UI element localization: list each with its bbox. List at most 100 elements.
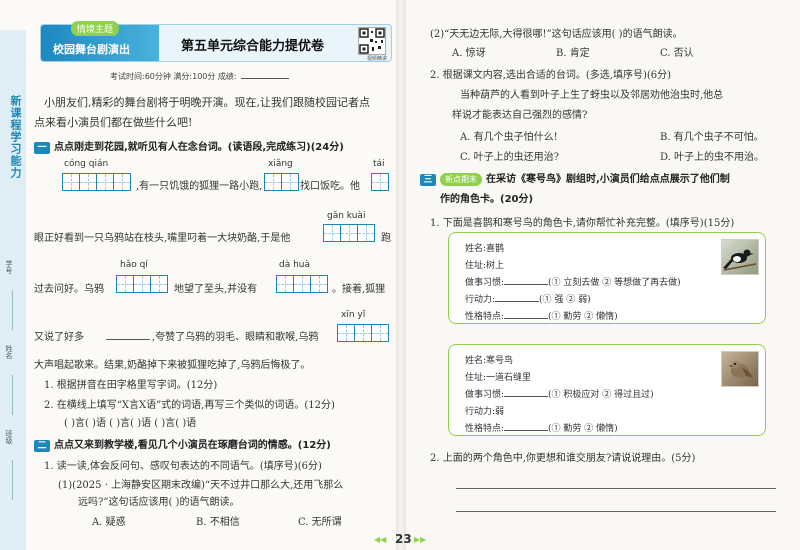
card-trait-options: (① 勤劳 ② 懒惰) bbox=[548, 312, 618, 322]
answer-blank[interactable] bbox=[495, 301, 540, 302]
score-blank[interactable] bbox=[240, 78, 289, 79]
answer-blank-1[interactable] bbox=[106, 339, 150, 340]
card-habit-options: (① 立刻去做 ② 等想做了再去做) bbox=[548, 278, 681, 288]
book-gutter bbox=[396, 0, 406, 550]
pinyin-4: gǎn kuài bbox=[327, 211, 366, 221]
answer-blank[interactable] bbox=[504, 430, 549, 431]
passage-6: 地望了至头,并没有 bbox=[174, 284, 258, 295]
question-3-1: 1. 下面是喜鹊和寒号鸟的角色卡,请你帮忙补充完整。(填序号)(15分) bbox=[430, 218, 735, 229]
exam-info-text: 考试时间:60分钟 满分:100分 成绩: bbox=[110, 72, 237, 81]
question-2-2: 2. 根据课文内容,选出合适的台词。(多选,填序号)(6分) bbox=[430, 70, 672, 81]
theme-name: 校园舞台剧演出 bbox=[53, 43, 130, 56]
passage-4: 跑 bbox=[381, 233, 391, 244]
card-trait-label: 性格特点: bbox=[465, 312, 505, 322]
writing-grid-5[interactable] bbox=[116, 275, 168, 293]
jackdaw-image bbox=[721, 351, 759, 387]
card-action-options: (① 强 ② 弱) bbox=[539, 295, 591, 305]
intro-line-1: 小朋友们,精彩的舞台剧将于明晚开演。现在,让我们跟随校园记者点 bbox=[44, 96, 370, 109]
question-2-1: 1. 读一读,体会反问句、感叹句表达的不同语气。(填序号)(6分) bbox=[44, 461, 322, 472]
passage-2: 找口饭吃。他 bbox=[300, 181, 360, 192]
answer-blank[interactable] bbox=[504, 284, 549, 285]
section-3-number: 三 bbox=[420, 174, 436, 186]
prev-arrows-icon: ◀◀ bbox=[374, 535, 387, 544]
qr-code-icon[interactable] bbox=[358, 27, 386, 55]
option-b[interactable]: B. 不相信 bbox=[196, 513, 240, 528]
writing-grid-1[interactable] bbox=[62, 173, 131, 191]
side-line bbox=[12, 375, 13, 415]
question-2-1-1-a: (1)(2025 · 上海静安区期末改编)“天不过井口那么大,还用飞那么 bbox=[58, 480, 344, 491]
answer-blank[interactable] bbox=[504, 318, 549, 319]
pinyin-7: xīn yǐ bbox=[341, 310, 366, 320]
card-action-label: 行动力: bbox=[465, 295, 496, 305]
header-banner: 情境主题 校园舞台剧演出 第五单元综合能力提优卷 视频精讲 bbox=[40, 21, 392, 62]
option-b[interactable]: B. 肯定 bbox=[556, 44, 590, 59]
option-b[interactable]: B. 有几个虫子不可怕。 bbox=[660, 128, 764, 143]
page-number: 23 bbox=[395, 532, 412, 546]
card-habit: 做事习惯: (① 积极应对 ② 得过且过) bbox=[465, 387, 654, 400]
exam-info: 考试时间:60分钟 满分:100分 成绩: bbox=[110, 71, 289, 82]
writing-grid-6[interactable] bbox=[276, 275, 328, 293]
passage-10: 大声唱起歌来。结果,奶酪掉下来被狐狸吃掉了,乌鸦后悔极了。 bbox=[34, 360, 311, 371]
section-3-title-2: 作的角色卡。(20分) bbox=[440, 194, 534, 205]
question-2-2-desc-1: 当种葫芦的人看到叶子上生了蚜虫以及邻居劝他治虫时,他总 bbox=[460, 90, 724, 101]
option-d[interactable]: D. 叶子上的虫不用治。 bbox=[660, 148, 764, 163]
card-habit-options: (① 积极应对 ② 得过且过) bbox=[548, 390, 654, 400]
question-2-2-desc-2: 样说才能表达自己强烈的感情? bbox=[452, 110, 588, 121]
option-a[interactable]: A. 有几个虫子怕什么! bbox=[460, 128, 558, 143]
card-trait-label: 性格特点: bbox=[465, 424, 505, 434]
role-card-jackdaw: 姓名:寒号鸟 住址:一道石缝里 做事习惯: (① 积极应对 ② 得过且过) 行动力… bbox=[448, 344, 766, 436]
side-label-class: 班级 bbox=[5, 430, 13, 444]
option-c[interactable]: C. 无所谓 bbox=[298, 513, 342, 528]
card-name: 姓名:寒号鸟 bbox=[465, 356, 514, 366]
question-1-1: 1. 根据拼音在田字格里写字词。(12分) bbox=[44, 380, 218, 391]
section-3-tag: 新点期末 bbox=[440, 173, 482, 186]
page-title: 第五单元综合能力提优卷 bbox=[181, 39, 325, 54]
theme-block: 情境主题 校园舞台剧演出 bbox=[41, 21, 159, 61]
pinyin-3: tái bbox=[373, 159, 385, 169]
side-title: 新课程学习能力 bbox=[9, 95, 22, 179]
answer-line-2[interactable] bbox=[456, 511, 776, 512]
question-3-2: 2. 上面的两个角色中,你更想和谁交朋友?请说说理由。(5分) bbox=[430, 453, 696, 464]
writing-grid-4[interactable] bbox=[323, 224, 375, 242]
option-a[interactable]: A. 疑惑 bbox=[92, 513, 126, 528]
section-2-text: 点点又来到教学楼,看见几个小演员在琢磨台词的情感。(12分) bbox=[54, 440, 331, 451]
card-action: 行动力:弱 bbox=[465, 407, 505, 417]
role-card-magpie: 姓名:喜鹊 住址:树上 做事习惯: (① 立刻去做 ② 等想做了再去做) 行动力:… bbox=[448, 232, 766, 324]
passage-7: 。接着,狐狸 bbox=[332, 284, 386, 295]
option-c[interactable]: C. 叶子上的虫还用治? bbox=[460, 148, 559, 163]
writing-grid-3[interactable] bbox=[371, 173, 389, 191]
writing-grid-2[interactable] bbox=[264, 173, 299, 191]
answer-blank[interactable] bbox=[504, 396, 549, 397]
card-action: 行动力: (① 强 ② 弱) bbox=[465, 292, 591, 305]
next-arrows-icon: ▶▶ bbox=[414, 535, 427, 544]
side-line bbox=[12, 290, 13, 330]
side-label-name: 姓名 bbox=[5, 345, 13, 359]
card-trait: 性格特点: (① 勤劳 ② 懒惰) bbox=[465, 421, 618, 434]
question-2-1-2: (2)“天无边无际,大得很哪!”这句话应该用( )的语气朗读。 bbox=[430, 29, 683, 40]
writing-grid-7[interactable] bbox=[337, 324, 389, 342]
card-trait: 性格特点: (① 勤劳 ② 懒惰) bbox=[465, 309, 618, 322]
pinyin-2: xiǎng bbox=[268, 159, 293, 169]
card-habit-label: 做事习惯: bbox=[465, 390, 505, 400]
passage-3: 眼正好看到一只乌鸦站在枝头,嘴里叼着一大块奶酪,于是他 bbox=[34, 233, 291, 244]
pinyin-1: cóng qián bbox=[64, 159, 109, 169]
passage-8: 又说了好多 bbox=[34, 332, 84, 343]
qr-caption: 视频精讲 bbox=[366, 56, 387, 62]
section-2-number: 二 bbox=[34, 440, 50, 452]
option-a[interactable]: A. 惊讶 bbox=[452, 44, 486, 59]
passage-1: ,有一只饥饿的狐狸一路小跑, bbox=[136, 181, 263, 192]
card-name: 姓名:喜鹊 bbox=[465, 244, 505, 254]
card-habit: 做事习惯: (① 立刻去做 ② 等想做了再去做) bbox=[465, 275, 681, 288]
card-habit-label: 做事习惯: bbox=[465, 278, 505, 288]
answer-line-1[interactable] bbox=[456, 488, 776, 489]
theme-tag: 情境主题 bbox=[71, 21, 120, 36]
section-3-title: 三新点期末 在采访《寒号鸟》剧组时,小演员们给点点展示了他们制 bbox=[420, 170, 730, 186]
option-c[interactable]: C. 否认 bbox=[660, 44, 694, 59]
side-line bbox=[12, 460, 13, 500]
section-2-title: 二点点又来到教学楼,看见几个小演员在琢磨台词的情感。(12分) bbox=[34, 436, 331, 452]
section-1-number: 一 bbox=[34, 142, 50, 154]
side-label-id: 学号 bbox=[5, 260, 13, 274]
intro-line-2: 点来看小演员们都在做些什么吧! bbox=[34, 116, 193, 129]
question-2-1-1-b: 远吗?”这句话应该用( )的语气朗读。 bbox=[78, 497, 240, 508]
question-1-2-blanks[interactable]: ( )言( )语 ( )言( )语 ( )言( )语 bbox=[64, 414, 196, 429]
